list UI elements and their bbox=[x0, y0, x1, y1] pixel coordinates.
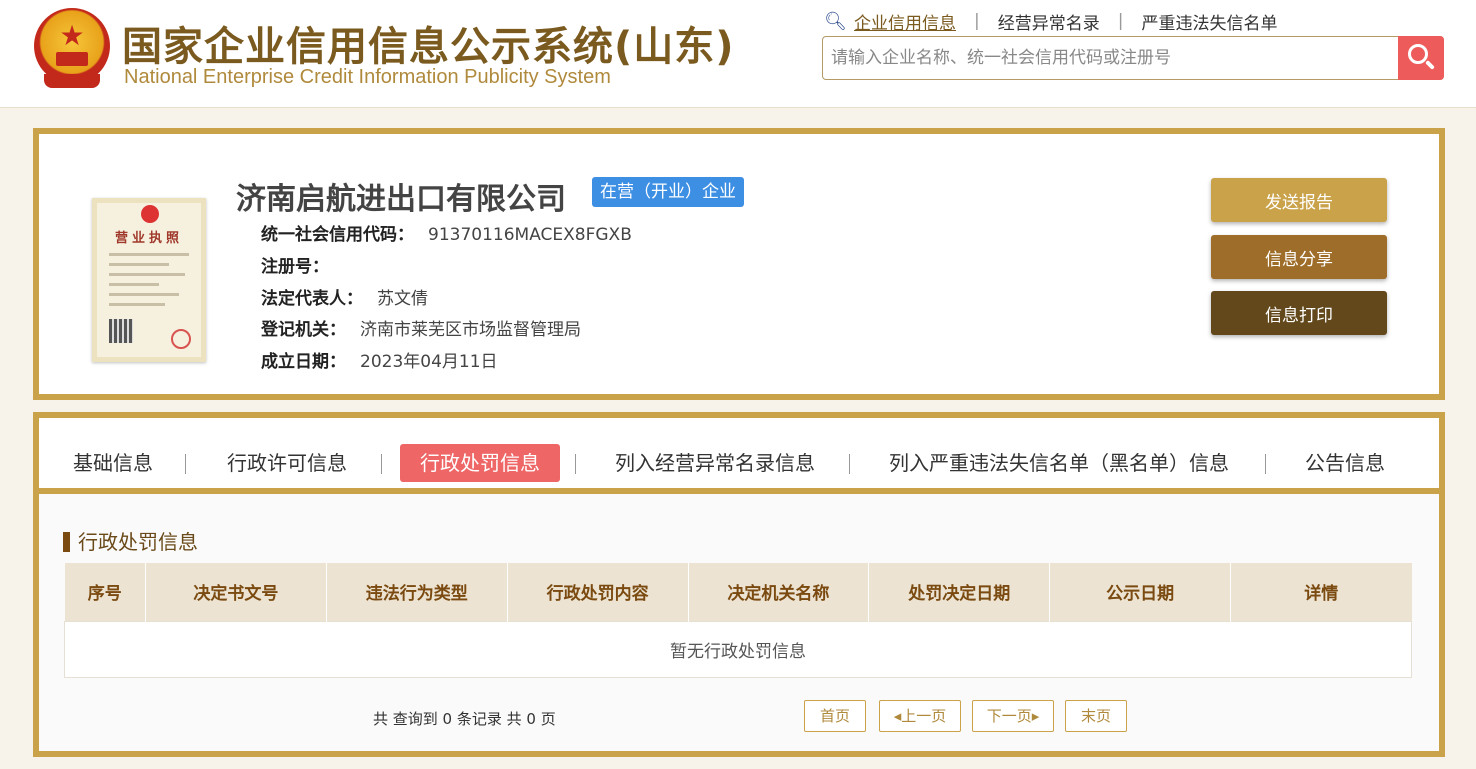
penalty-table: 序号 决定书文号 违法行为类型 行政处罚内容 决定机关名称 处罚决定日期 公示日… bbox=[64, 563, 1412, 678]
pager-first-button[interactable]: 首页 bbox=[804, 700, 866, 732]
company-name: 济南启航进出口有限公司 bbox=[236, 182, 566, 217]
search-icon-handle bbox=[1425, 60, 1435, 70]
nav-link-blacklist[interactable]: 严重违法失信名单 bbox=[1141, 9, 1277, 34]
tab-separator bbox=[1265, 454, 1266, 474]
license-text-line bbox=[109, 273, 185, 276]
info-panel: 基础信息 行政许可信息 行政处罚信息 列入经营异常名录信息 列入严重违法失信名单… bbox=[33, 412, 1445, 757]
column-header: 行政处罚内容 bbox=[507, 563, 689, 621]
field-registration-no: 注册号： bbox=[261, 252, 343, 277]
star-icon: ★ bbox=[59, 19, 85, 52]
qr-code-icon bbox=[109, 319, 133, 343]
section-marker bbox=[63, 532, 70, 552]
column-header: 违法行为类型 bbox=[326, 563, 508, 621]
license-text-line bbox=[109, 303, 165, 306]
column-header: 序号 bbox=[64, 563, 146, 621]
tab-separator bbox=[185, 454, 186, 474]
nav-separator: | bbox=[1117, 11, 1124, 31]
tab-separator bbox=[575, 454, 576, 474]
field-value: 苏文倩 bbox=[377, 289, 428, 309]
company-card: 营业执照 济南启航进出口有限公司 在营（开业）企业 统一社会信用代码： 91370… bbox=[33, 128, 1445, 400]
business-license-thumbnail[interactable]: 营业执照 bbox=[92, 198, 206, 362]
caret-right-icon: ▸ bbox=[1031, 707, 1040, 725]
emblem-gate bbox=[56, 52, 88, 66]
section-title-text: 行政处罚信息 bbox=[78, 530, 198, 554]
field-credit-code: 统一社会信用代码： 91370116MACEX8FGXB bbox=[261, 220, 632, 245]
pager-prev-label: 上一页 bbox=[901, 707, 947, 725]
field-value: 济南市莱芜区市场监督管理局 bbox=[360, 320, 581, 340]
pager-prev-button[interactable]: ◂上一页 bbox=[879, 700, 961, 732]
pager-next-button[interactable]: 下一页▸ bbox=[972, 700, 1054, 732]
tab-admin-license[interactable]: 行政许可信息 bbox=[227, 444, 347, 482]
search-bar bbox=[822, 36, 1444, 80]
field-label: 登记机关： bbox=[261, 320, 346, 340]
top-nav: 🔍︎ 企业信用信息 | 经营异常名录 | 严重违法失信名单 bbox=[824, 9, 1277, 34]
search-button[interactable] bbox=[1398, 36, 1444, 80]
seal-icon bbox=[171, 329, 191, 349]
nav-separator: | bbox=[974, 11, 980, 31]
tab-admin-penalty[interactable]: 行政处罚信息 bbox=[400, 444, 560, 482]
table-row: 暂无行政处罚信息 bbox=[64, 620, 1412, 678]
tab-bar: 基础信息 行政许可信息 行政处罚信息 列入经营异常名录信息 列入严重违法失信名单… bbox=[39, 418, 1439, 494]
empty-message: 暂无行政处罚信息 bbox=[64, 620, 1412, 678]
search-icon: 🔍︎ bbox=[824, 10, 847, 32]
tab-blacklist[interactable]: 列入严重违法失信名单（黑名单）信息 bbox=[889, 444, 1229, 482]
field-value: 2023年04月11日 bbox=[360, 352, 498, 372]
pager-summary: 共 查询到 0 条记录 共 0 页 bbox=[373, 710, 556, 728]
print-info-button[interactable]: 信息打印 bbox=[1211, 291, 1387, 335]
column-header: 决定书文号 bbox=[145, 563, 327, 621]
nav-link-credit-info[interactable]: 企业信用信息 bbox=[854, 9, 956, 34]
emblem-icon bbox=[141, 205, 159, 223]
license-text-line bbox=[109, 253, 189, 256]
column-header: 详情 bbox=[1230, 563, 1412, 621]
column-header: 公示日期 bbox=[1049, 563, 1232, 621]
field-label: 成立日期： bbox=[261, 352, 346, 372]
site-title: 国家企业信用信息公示系统(山东) bbox=[122, 24, 735, 70]
share-info-button[interactable]: 信息分享 bbox=[1211, 235, 1387, 279]
tab-separator bbox=[381, 454, 382, 474]
column-header: 决定机关名称 bbox=[688, 563, 870, 621]
tab-announcements[interactable]: 公告信息 bbox=[1305, 444, 1385, 482]
field-establish-date: 成立日期： 2023年04月11日 bbox=[261, 347, 498, 372]
site-header: ★ 国家企业信用信息公示系统(山东) National Enterprise C… bbox=[0, 0, 1476, 108]
license-text-line bbox=[109, 283, 159, 286]
license-title: 营业执照 bbox=[114, 231, 183, 246]
table-header-row: 序号 决定书文号 违法行为类型 行政处罚内容 决定机关名称 处罚决定日期 公示日… bbox=[64, 563, 1412, 621]
status-badge: 在营（开业）企业 bbox=[592, 177, 744, 207]
tab-abnormal-list[interactable]: 列入经营异常名录信息 bbox=[615, 444, 815, 482]
tab-separator bbox=[849, 454, 850, 474]
field-label: 注册号： bbox=[261, 257, 329, 277]
field-label: 法定代表人： bbox=[261, 289, 363, 309]
license-text-line bbox=[109, 263, 169, 266]
emblem-ribbon bbox=[44, 74, 100, 88]
field-registration-authority: 登记机关： 济南市莱芜区市场监督管理局 bbox=[261, 315, 581, 340]
tab-basic-info[interactable]: 基础信息 bbox=[73, 444, 153, 482]
field-value: 91370116MACEX8FGXB bbox=[428, 225, 632, 245]
column-header: 处罚决定日期 bbox=[868, 563, 1051, 621]
search-input[interactable] bbox=[831, 43, 1391, 73]
pager-next-label: 下一页 bbox=[986, 707, 1032, 725]
pager-last-button[interactable]: 末页 bbox=[1065, 700, 1127, 732]
section-title: 行政处罚信息 bbox=[63, 526, 198, 555]
send-report-button[interactable]: 发送报告 bbox=[1211, 178, 1387, 222]
national-emblem-logo: ★ bbox=[34, 8, 110, 88]
site-subtitle: National Enterprise Credit Information P… bbox=[124, 66, 611, 88]
license-text-line bbox=[109, 293, 179, 296]
field-legal-representative: 法定代表人： 苏文倩 bbox=[261, 284, 428, 309]
field-label: 统一社会信用代码： bbox=[261, 225, 414, 245]
nav-link-abnormal-list[interactable]: 经营异常名录 bbox=[998, 9, 1100, 34]
